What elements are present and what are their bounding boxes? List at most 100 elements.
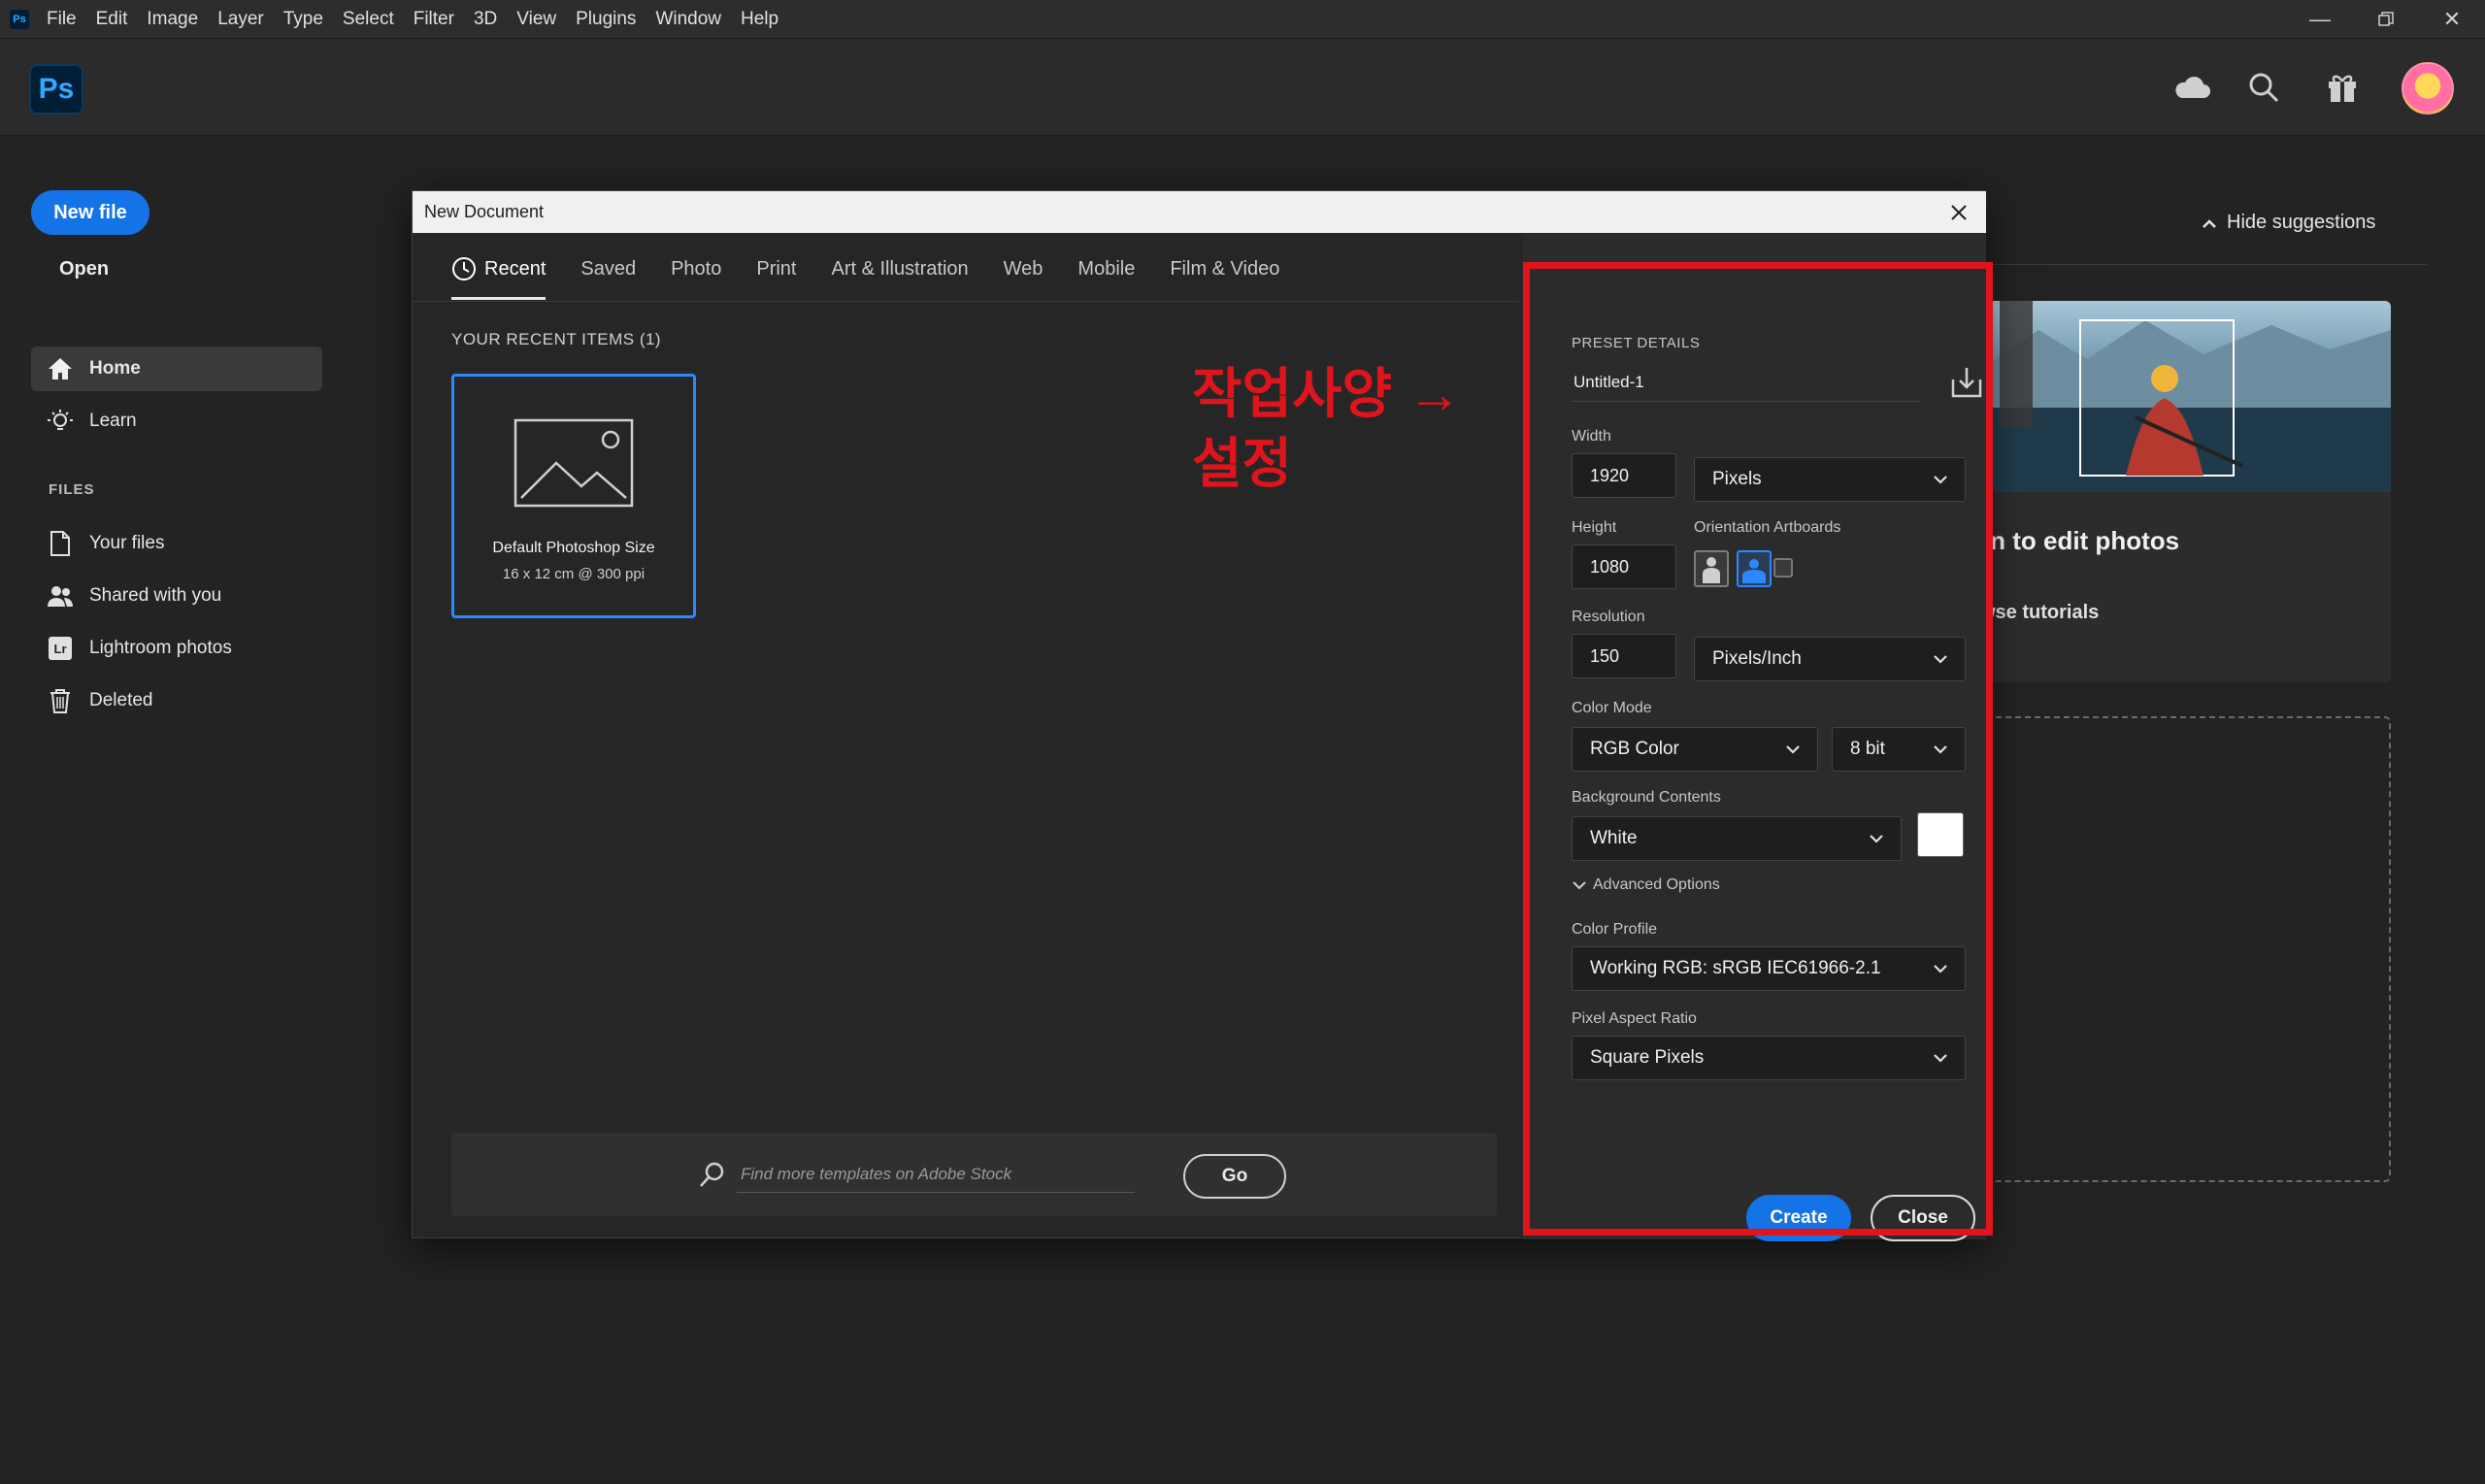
lightbulb-icon bbox=[47, 408, 74, 435]
new-document-dialog: New Document Recent Saved Photo Print Ar… bbox=[412, 190, 1986, 1241]
gift-icon[interactable] bbox=[2323, 68, 2362, 107]
ps-app-icon: Ps bbox=[10, 9, 29, 29]
new-file-button[interactable]: New file bbox=[31, 190, 149, 235]
bit-depth-select[interactable]: 8 bit bbox=[1832, 727, 1966, 772]
stock-search-bar: Go bbox=[451, 1133, 1497, 1216]
menu-type[interactable]: Type bbox=[283, 9, 323, 30]
recent-items-heading: YOUR RECENT ITEMS (1) bbox=[451, 330, 662, 348]
close-button[interactable]: Close bbox=[1871, 1195, 1975, 1241]
tab-film-video[interactable]: Film & Video bbox=[1170, 238, 1279, 300]
resolution-unit-select[interactable]: Pixels/Inch bbox=[1694, 637, 1966, 681]
create-button[interactable]: Create bbox=[1746, 1195, 1851, 1241]
sidebar-item-label: Home bbox=[89, 358, 141, 379]
sidebar-item-label: Deleted bbox=[89, 690, 153, 710]
menu-filter[interactable]: Filter bbox=[414, 9, 454, 30]
recent-item-size: 16 x 12 cm @ 300 ppi bbox=[502, 566, 646, 582]
artboards-checkbox[interactable] bbox=[1773, 558, 1793, 577]
menu-help[interactable]: Help bbox=[741, 9, 779, 30]
search-icon[interactable] bbox=[2244, 68, 2283, 107]
go-button[interactable]: Go bbox=[1183, 1154, 1286, 1199]
sidebar-item-your-files[interactable]: Your files bbox=[31, 521, 322, 566]
color-mode-select[interactable]: RGB Color bbox=[1572, 727, 1818, 772]
menu-file[interactable]: File bbox=[47, 9, 77, 30]
dialog-title: New Document bbox=[424, 202, 545, 221]
tab-recent[interactable]: Recent bbox=[451, 238, 547, 300]
chevron-down-icon bbox=[1934, 745, 1947, 754]
resolution-input[interactable]: 150 bbox=[1572, 634, 1676, 678]
sidebar-item-learn[interactable]: Learn bbox=[31, 399, 322, 444]
menu-select[interactable]: Select bbox=[343, 9, 394, 30]
background-contents-label: Background Contents bbox=[1572, 789, 1721, 806]
image-placeholder-icon bbox=[514, 418, 634, 508]
sidebar-item-lightroom[interactable]: Lr Lightroom photos bbox=[31, 626, 322, 671]
home-sidebar: New file Open Home Learn FILES Your file… bbox=[0, 137, 340, 1484]
background-color-swatch[interactable] bbox=[1917, 812, 1964, 857]
minimize-icon[interactable]: — bbox=[2287, 0, 2353, 39]
tab-saved[interactable]: Saved bbox=[580, 238, 636, 300]
width-input[interactable]: 1920 bbox=[1572, 453, 1676, 498]
sidebar-item-shared[interactable]: Shared with you bbox=[31, 574, 322, 618]
menu-3d[interactable]: 3D bbox=[474, 9, 497, 30]
menu-bar: Ps File Edit Image Layer Type Select Fil… bbox=[0, 0, 2485, 39]
tab-web[interactable]: Web bbox=[1004, 238, 1044, 300]
recent-item-name: Default Photoshop Size bbox=[492, 540, 655, 556]
chevron-down-icon bbox=[1573, 881, 1586, 890]
menu-layer[interactable]: Layer bbox=[217, 9, 264, 30]
chevron-down-icon bbox=[1934, 655, 1947, 664]
annotation-text: 작업사양 → 설정 bbox=[1192, 363, 1462, 494]
menu-window[interactable]: Window bbox=[655, 9, 721, 30]
width-unit-select[interactable]: Pixels bbox=[1694, 457, 1966, 502]
preset-details-panel: PRESET DETAILS Untitled-1 Width 1920 Pix… bbox=[1523, 234, 1986, 1241]
menu-plugins[interactable]: Plugins bbox=[576, 9, 636, 30]
menu-edit[interactable]: Edit bbox=[96, 9, 128, 30]
app-header: Ps bbox=[0, 39, 2485, 136]
landscape-icon bbox=[1742, 559, 1766, 583]
chevron-down-icon bbox=[1934, 1054, 1947, 1063]
color-mode-label: Color Mode bbox=[1572, 700, 1652, 716]
sidebar-item-home[interactable]: Home bbox=[31, 346, 322, 391]
document-name-field[interactable]: Untitled-1 bbox=[1572, 363, 1921, 402]
landscape-orientation-button[interactable] bbox=[1737, 550, 1772, 587]
menu-view[interactable]: View bbox=[516, 9, 556, 30]
restore-icon[interactable] bbox=[2353, 0, 2419, 39]
browse-tutorials-link[interactable]: wse tutorials bbox=[1980, 602, 2099, 624]
color-profile-select[interactable]: Working RGB: sRGB IEC61966-2.1 bbox=[1572, 946, 1966, 991]
sidebar-item-label: Lightroom photos bbox=[89, 638, 232, 658]
tab-mobile[interactable]: Mobile bbox=[1077, 238, 1135, 300]
menu-image[interactable]: Image bbox=[147, 9, 198, 30]
suggestions-panel: Hide suggestions rn to edit photos wse t… bbox=[1922, 175, 2427, 1184]
divider bbox=[1922, 264, 2427, 265]
tutorial-title: rn to edit photos bbox=[1980, 526, 2180, 555]
search-icon bbox=[700, 1162, 724, 1187]
tab-print[interactable]: Print bbox=[756, 238, 796, 300]
advanced-options-toggle[interactable]: Advanced Options bbox=[1572, 876, 1720, 894]
avatar[interactable] bbox=[2402, 62, 2454, 115]
open-button[interactable]: Open bbox=[59, 258, 109, 280]
preset-tabs: Recent Saved Photo Print Art & Illustrat… bbox=[451, 238, 1314, 300]
files-heading: FILES bbox=[49, 481, 95, 498]
tutorial-image bbox=[1980, 301, 2391, 492]
stock-search-input[interactable] bbox=[737, 1156, 1135, 1193]
portrait-orientation-button[interactable] bbox=[1694, 550, 1729, 587]
pixel-aspect-ratio-select[interactable]: Square Pixels bbox=[1572, 1036, 1966, 1080]
chevron-down-icon bbox=[1934, 476, 1947, 484]
drop-zone[interactable] bbox=[1980, 716, 2391, 1182]
recent-item-card[interactable]: Default Photoshop Size 16 x 12 cm @ 300 … bbox=[451, 374, 696, 618]
height-input[interactable]: 1080 bbox=[1572, 544, 1676, 589]
tutorial-card[interactable]: rn to edit photos wse tutorials bbox=[1980, 301, 2391, 682]
window-close-icon[interactable]: ✕ bbox=[2419, 0, 2485, 39]
color-profile-label: Color Profile bbox=[1572, 921, 1658, 938]
tab-art-illustration[interactable]: Art & Illustration bbox=[831, 238, 968, 300]
clock-icon bbox=[452, 257, 476, 280]
tab-photo[interactable]: Photo bbox=[671, 238, 721, 300]
save-preset-icon[interactable] bbox=[1950, 366, 1983, 399]
background-contents-select[interactable]: White bbox=[1572, 816, 1902, 861]
portrait-icon bbox=[1703, 557, 1720, 583]
hide-suggestions-button[interactable]: Hide suggestions bbox=[2202, 212, 2375, 234]
cloud-icon[interactable] bbox=[2172, 68, 2211, 107]
sidebar-item-deleted[interactable]: Deleted bbox=[31, 678, 322, 723]
file-icon bbox=[47, 530, 74, 557]
lightroom-icon: Lr bbox=[47, 635, 74, 662]
dialog-close-icon[interactable] bbox=[1945, 199, 1972, 226]
artboards-label: Artboards bbox=[1773, 519, 1841, 536]
